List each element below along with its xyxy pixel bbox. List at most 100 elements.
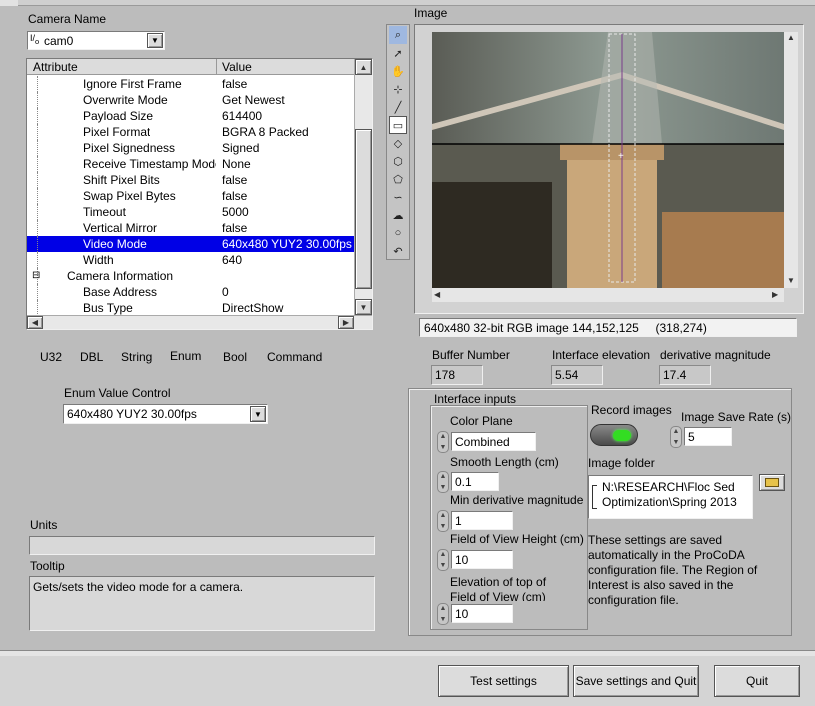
image-hscrollbar[interactable]: ◀ ▶ — [432, 288, 784, 302]
scroll-up-icon[interactable]: ▲ — [787, 33, 795, 42]
attribute-value: false — [222, 173, 248, 187]
oval-icon[interactable]: ○ — [389, 224, 407, 242]
table-row[interactable]: Pixel Signedness Signed — [27, 140, 358, 156]
fov-height-field[interactable]: 10 — [451, 550, 513, 569]
annulus-icon[interactable]: ⬡ — [389, 152, 407, 170]
attribute-value: 5000 — [222, 205, 249, 219]
scroll-thumb[interactable] — [355, 129, 372, 289]
path-icon — [592, 485, 597, 509]
tree-connector — [37, 236, 38, 252]
image-vscrollbar[interactable]: ▲ ▼ — [784, 32, 798, 288]
buffer-number-label: Buffer Number — [432, 348, 510, 362]
smooth-length-stepper[interactable]: ▲ ▼ — [437, 471, 449, 493]
table-row[interactable]: Swap Pixel Bytes false — [27, 188, 358, 204]
table-row[interactable]: ⊟ Camera Information — [27, 268, 358, 284]
elevation-top-stepper[interactable]: ▲ ▼ — [437, 603, 449, 625]
tree-connector — [37, 76, 38, 92]
tree-hscrollbar[interactable]: ◀ ▶ — [27, 315, 372, 329]
scroll-right-icon[interactable]: ▶ — [338, 316, 354, 329]
interface-elevation-value: 5.54 — [551, 365, 603, 385]
test-settings-button[interactable]: Test settings — [438, 665, 569, 697]
color-plane-field[interactable]: Combined — [451, 432, 536, 451]
table-row[interactable]: Pixel Format BGRA 8 Packed — [27, 124, 358, 140]
min-derivative-field[interactable]: 1 — [451, 511, 513, 530]
attribute-value: false — [222, 189, 248, 203]
pan-icon[interactable]: ✋ — [389, 62, 407, 80]
units-field — [29, 536, 375, 555]
table-row[interactable]: Shift Pixel Bits false — [27, 172, 358, 188]
tab-bool[interactable]: Bool — [223, 350, 247, 364]
record-images-toggle[interactable] — [590, 424, 638, 446]
browse-folder-button[interactable] — [759, 474, 785, 491]
rectangle-icon[interactable]: ▭ — [389, 116, 407, 134]
tree-connector — [37, 300, 38, 316]
line-icon[interactable]: ╱ — [389, 98, 407, 116]
table-row[interactable]: Vertical Mirror false — [27, 220, 358, 236]
table-row[interactable]: Timeout 5000 — [27, 204, 358, 220]
attribute-name: Width — [83, 253, 114, 267]
scroll-right-icon[interactable]: ▶ — [772, 290, 778, 299]
attribute-name: Receive Timestamp Mode — [83, 157, 216, 171]
tree-connector — [37, 140, 38, 156]
header-attribute[interactable]: Attribute — [33, 60, 78, 74]
fov-height-stepper[interactable]: ▲ ▼ — [437, 549, 449, 571]
image-folder-field[interactable]: N:\RESEARCH\Floc Sed Optimization\Spring… — [588, 475, 753, 519]
tooltip-label: Tooltip — [30, 559, 65, 573]
freehand-region-icon[interactable]: ☁ — [389, 206, 407, 224]
save-rate-field[interactable]: 5 — [684, 427, 732, 446]
broken-line-icon[interactable]: ↶ — [389, 242, 407, 260]
save-and-quit-button[interactable]: Save settings and Quit — [573, 665, 699, 697]
polygon-icon[interactable]: ⬠ — [389, 170, 407, 188]
save-rate-stepper[interactable]: ▲ ▼ — [670, 426, 682, 448]
table-row[interactable]: Base Address 0 — [27, 284, 358, 300]
smooth-length-field[interactable]: 0.1 — [451, 472, 499, 491]
tree-connector — [37, 92, 38, 108]
table-row[interactable]: Video Mode 640x480 YUY2 30.00fps — [27, 236, 358, 252]
freehand-icon[interactable]: ∽ — [389, 188, 407, 206]
record-images-label: Record images — [591, 403, 672, 417]
chevron-down-icon[interactable]: ▼ — [250, 406, 266, 422]
attribute-value: Get Newest — [222, 93, 285, 107]
elevation-top-field[interactable]: 10 — [451, 604, 513, 623]
header-value[interactable]: Value — [222, 60, 252, 74]
scroll-down-icon[interactable]: ▼ — [787, 276, 795, 285]
tab-dbl[interactable]: DBL — [80, 350, 103, 364]
tree-vscrollbar[interactable]: ▲ ▼ — [354, 59, 372, 315]
save-rate-label: Image Save Rate (s) — [681, 410, 792, 424]
scroll-down-icon[interactable]: ▼ — [355, 299, 372, 315]
table-row[interactable]: Receive Timestamp Mode None — [27, 156, 358, 172]
collapse-icon[interactable]: ⊟ — [32, 268, 40, 284]
scroll-up-icon[interactable]: ▲ — [355, 59, 372, 75]
fov-height-label: Field of View Height (cm) — [450, 532, 584, 546]
table-row[interactable]: Overwrite Mode Get Newest — [27, 92, 358, 108]
tab-string[interactable]: String — [121, 350, 152, 364]
camera-image[interactable]: + — [432, 32, 784, 288]
crosshair-icon[interactable]: ⊹ — [389, 80, 407, 98]
pointer-icon[interactable]: ➚ — [389, 44, 407, 62]
table-row[interactable]: Width 640 — [27, 252, 358, 268]
table-row[interactable]: Ignore First Frame false — [27, 76, 358, 92]
table-row[interactable]: Payload Size 614400 — [27, 108, 358, 124]
tab-enum[interactable]: Enum — [170, 349, 201, 363]
scroll-left-icon[interactable]: ◀ — [27, 316, 43, 329]
image-display[interactable]: + ▲ ▼ ◀ ▶ — [414, 24, 804, 314]
enum-control-select[interactable]: 640x480 YUY2 30.00fps ▼ — [63, 404, 268, 424]
attribute-name: Payload Size — [83, 109, 154, 123]
tab-u32[interactable]: U32 — [40, 350, 62, 364]
color-plane-stepper[interactable]: ▲ ▼ — [437, 431, 449, 453]
quit-button[interactable]: Quit — [714, 665, 800, 697]
camera-select[interactable]: I/o cam0 ▼ — [27, 31, 165, 50]
zoom-icon[interactable]: ⌕ — [389, 26, 407, 44]
table-row[interactable]: Bus Type DirectShow — [27, 300, 358, 316]
units-label: Units — [30, 518, 58, 532]
rotated-rect-icon[interactable]: ◇ — [389, 134, 407, 152]
min-derivative-stepper[interactable]: ▲ ▼ — [437, 510, 449, 532]
attribute-name: Timeout — [83, 205, 126, 219]
doorway — [432, 182, 552, 288]
tab-command[interactable]: Command — [267, 350, 322, 364]
attribute-tree[interactable]: Attribute Value Ignore First Frame false O… — [26, 58, 373, 330]
scroll-left-icon[interactable]: ◀ — [434, 290, 440, 299]
attribute-value: None — [222, 157, 251, 171]
chevron-down-icon[interactable]: ▼ — [147, 33, 163, 48]
bottom-divider — [0, 650, 815, 656]
